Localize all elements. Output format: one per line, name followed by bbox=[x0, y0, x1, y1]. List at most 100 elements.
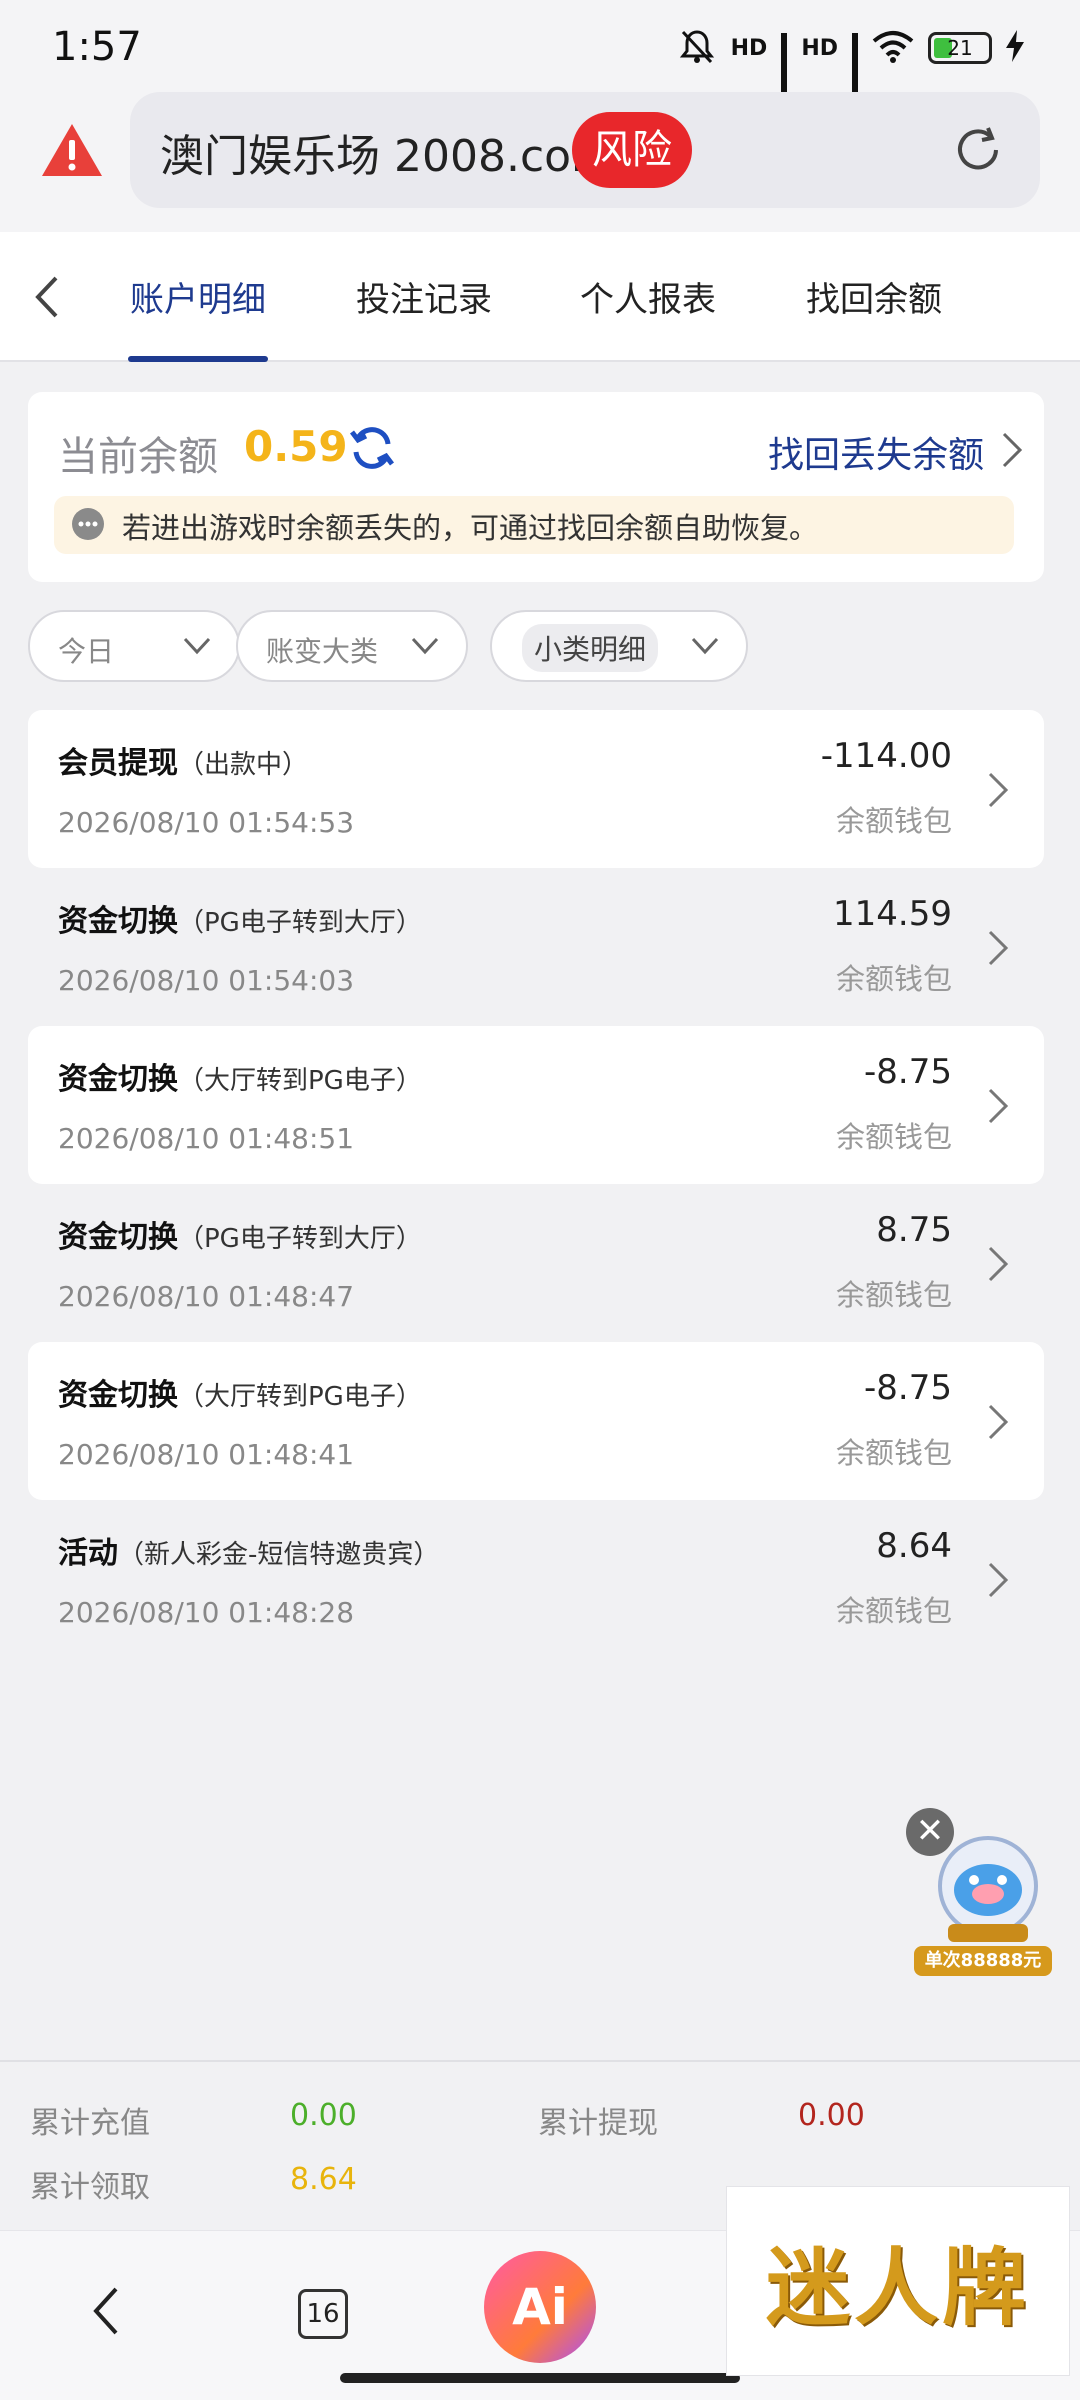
refresh-balance-icon[interactable] bbox=[348, 424, 396, 472]
total-deposit-value: 0.00 bbox=[290, 2098, 357, 2133]
transaction-amount: 8.75 bbox=[876, 1210, 952, 1250]
transaction-amount: -8.75 bbox=[864, 1368, 952, 1408]
total-withdraw-label: 累计提现 bbox=[538, 2106, 658, 2141]
transaction-wallet: 余额钱包 bbox=[835, 1120, 952, 1154]
chevron-right-icon[interactable] bbox=[986, 1402, 1010, 1442]
active-tab-underline bbox=[128, 356, 268, 362]
tab-bar: 账户明细 投注记录 个人报表 找回余额 bbox=[0, 232, 1080, 362]
transaction-wallet: 余额钱包 bbox=[835, 1278, 952, 1312]
balance-label: 当前余额 bbox=[58, 434, 218, 480]
notice-bar: 若进出游戏时余额丢失的，可通过找回余额自助恢复。 bbox=[54, 496, 1014, 554]
transaction-detail: （大厅转到PG电子） bbox=[178, 1382, 422, 1412]
warning-icon[interactable] bbox=[40, 120, 104, 180]
total-claim-value: 8.64 bbox=[290, 2162, 357, 2197]
transaction-wallet: 余额钱包 bbox=[835, 1594, 952, 1628]
transaction-date: 2026/08/10 01:48:41 bbox=[58, 1438, 355, 1471]
subcategory-filter[interactable]: 小类明细 bbox=[490, 610, 748, 682]
transaction-detail: （PG电子转到大厅） bbox=[178, 908, 422, 938]
status-time: 1:57 bbox=[52, 24, 142, 70]
transaction-type: 活动 bbox=[58, 1536, 118, 1571]
transaction-amount: 8.64 bbox=[876, 1526, 952, 1566]
status-bar: 1:57 HD HD 21 bbox=[0, 0, 1080, 111]
transaction-type: 资金切换 bbox=[58, 1220, 178, 1255]
ai-assistant-button[interactable]: Ai bbox=[484, 2251, 596, 2363]
message-bubble-icon bbox=[70, 507, 106, 543]
tab-account-details[interactable]: 账户明细 bbox=[130, 272, 266, 321]
transaction-row[interactable]: 资金切换（PG电子转到大厅） 2026/08/10 01:48:47 8.75 … bbox=[28, 1184, 1044, 1342]
watermark-logo: 迷人牌 bbox=[726, 2186, 1070, 2376]
status-icons: HD HD 21 bbox=[677, 26, 1024, 111]
transaction-row[interactable]: 资金切换（大厅转到PG电子） 2026/08/10 01:48:51 -8.75… bbox=[28, 1026, 1044, 1184]
transaction-detail: （大厅转到PG电子） bbox=[178, 1066, 422, 1096]
signal-label-2: HD bbox=[801, 35, 838, 61]
url-field[interactable]: 澳门娱乐场 2008.com 风险 bbox=[130, 92, 1040, 208]
transaction-date: 2026/08/10 01:48:47 bbox=[58, 1280, 355, 1313]
signal-bars-1-icon bbox=[781, 33, 788, 111]
watermark-text: 迷人牌 bbox=[765, 2237, 1030, 2337]
date-filter-label: 今日 bbox=[58, 635, 115, 668]
transaction-row[interactable]: 资金切换（PG电子转到大厅） 2026/08/10 01:54:03 114.5… bbox=[28, 868, 1044, 1026]
tab-bet-records[interactable]: 投注记录 bbox=[356, 272, 492, 321]
browser-url-area: 澳门娱乐场 2008.com 风险 bbox=[0, 92, 1080, 232]
transaction-detail: （PG电子转到大厅） bbox=[178, 1224, 422, 1254]
wifi-icon bbox=[872, 29, 914, 67]
chevron-right-icon[interactable] bbox=[986, 770, 1010, 810]
charging-bolt-icon bbox=[1006, 30, 1024, 66]
reload-icon[interactable] bbox=[952, 124, 1004, 176]
tab-recover-balance[interactable]: 找回余额 bbox=[806, 272, 942, 321]
close-icon[interactable]: ✕ bbox=[906, 1808, 954, 1856]
transaction-wallet: 余额钱包 bbox=[835, 804, 952, 838]
home-indicator[interactable] bbox=[340, 2373, 740, 2383]
transaction-amount: -8.75 bbox=[864, 1052, 952, 1092]
transaction-type: 会员提现 bbox=[58, 746, 178, 781]
back-arrow-icon[interactable] bbox=[28, 272, 68, 322]
tab-personal-report[interactable]: 个人报表 bbox=[580, 272, 716, 321]
category-filter-label: 账变大类 bbox=[266, 635, 379, 668]
total-deposit-label: 累计充值 bbox=[30, 2106, 150, 2141]
chevron-right-icon[interactable] bbox=[986, 1560, 1010, 1600]
transaction-date: 2026/08/10 01:48:28 bbox=[58, 1596, 355, 1629]
risk-badge[interactable]: 风险 bbox=[572, 112, 692, 188]
chevron-right-icon[interactable] bbox=[986, 1086, 1010, 1126]
chevron-right-icon[interactable] bbox=[986, 1244, 1010, 1284]
transaction-wallet: 余额钱包 bbox=[835, 962, 952, 996]
mute-bell-icon bbox=[677, 26, 717, 70]
subcategory-filter-label: 小类明细 bbox=[522, 624, 659, 672]
total-claim-label: 累计领取 bbox=[30, 2170, 150, 2205]
transaction-row[interactable]: 资金切换（大厅转到PG电子） 2026/08/10 01:48:41 -8.75… bbox=[28, 1342, 1044, 1500]
chevron-down-icon bbox=[182, 634, 212, 658]
recover-lost-balance-link[interactable]: 找回丢失余额 bbox=[768, 426, 984, 478]
signal-bars-2-icon bbox=[852, 33, 858, 111]
url-text: 澳门娱乐场 2008.com bbox=[160, 131, 614, 182]
transaction-amount: 114.59 bbox=[833, 894, 952, 934]
transaction-type: 资金切换 bbox=[58, 1062, 178, 1097]
transaction-detail: （新人彩金-短信特邀贵宾） bbox=[118, 1540, 440, 1570]
transaction-date: 2026/08/10 01:48:51 bbox=[58, 1122, 355, 1155]
promo-ribbon: 单次88888元 bbox=[914, 1946, 1052, 1976]
notice-text: 若进出游戏时余额丢失的，可通过找回余额自助恢复。 bbox=[122, 511, 819, 545]
page-content: 账户明细 投注记录 个人报表 找回余额 当前余额 0.59 找回丢失余额 若进出… bbox=[0, 232, 1080, 2060]
transaction-row[interactable]: 会员提现（出款中） 2026/08/10 01:54:53 -114.00 余额… bbox=[28, 710, 1044, 868]
floating-promo-mascot[interactable]: ✕ 单次88888元 bbox=[906, 1808, 1056, 1978]
transaction-amount: -114.00 bbox=[820, 736, 952, 776]
tabs-count-button[interactable]: 16 bbox=[298, 2289, 348, 2339]
browser-back-icon[interactable] bbox=[86, 2281, 126, 2341]
chevron-right-icon[interactable] bbox=[986, 928, 1010, 968]
balance-card: 当前余额 0.59 找回丢失余额 若进出游戏时余额丢失的，可通过找回余额自助恢复… bbox=[28, 392, 1044, 582]
chevron-down-icon bbox=[410, 634, 440, 658]
transaction-wallet: 余额钱包 bbox=[835, 1436, 952, 1470]
signal-label-1: HD bbox=[730, 35, 768, 61]
balance-value: 0.59 bbox=[244, 422, 348, 471]
battery-icon: 21 bbox=[928, 32, 992, 64]
date-filter[interactable]: 今日 bbox=[28, 610, 240, 682]
transaction-type: 资金切换 bbox=[58, 904, 178, 939]
transaction-row[interactable]: 活动（新人彩金-短信特邀贵宾） 2026/08/10 01:48:28 8.64… bbox=[28, 1500, 1044, 1658]
chevron-right-icon[interactable] bbox=[1000, 430, 1024, 470]
transaction-date: 2026/08/10 01:54:53 bbox=[58, 806, 355, 839]
category-filter[interactable]: 账变大类 bbox=[236, 610, 468, 682]
chevron-down-icon bbox=[690, 634, 720, 658]
total-withdraw-value: 0.00 bbox=[798, 2098, 865, 2133]
transaction-date: 2026/08/10 01:54:03 bbox=[58, 964, 355, 997]
transaction-detail: （出款中） bbox=[178, 750, 309, 780]
transaction-type: 资金切换 bbox=[58, 1378, 178, 1413]
